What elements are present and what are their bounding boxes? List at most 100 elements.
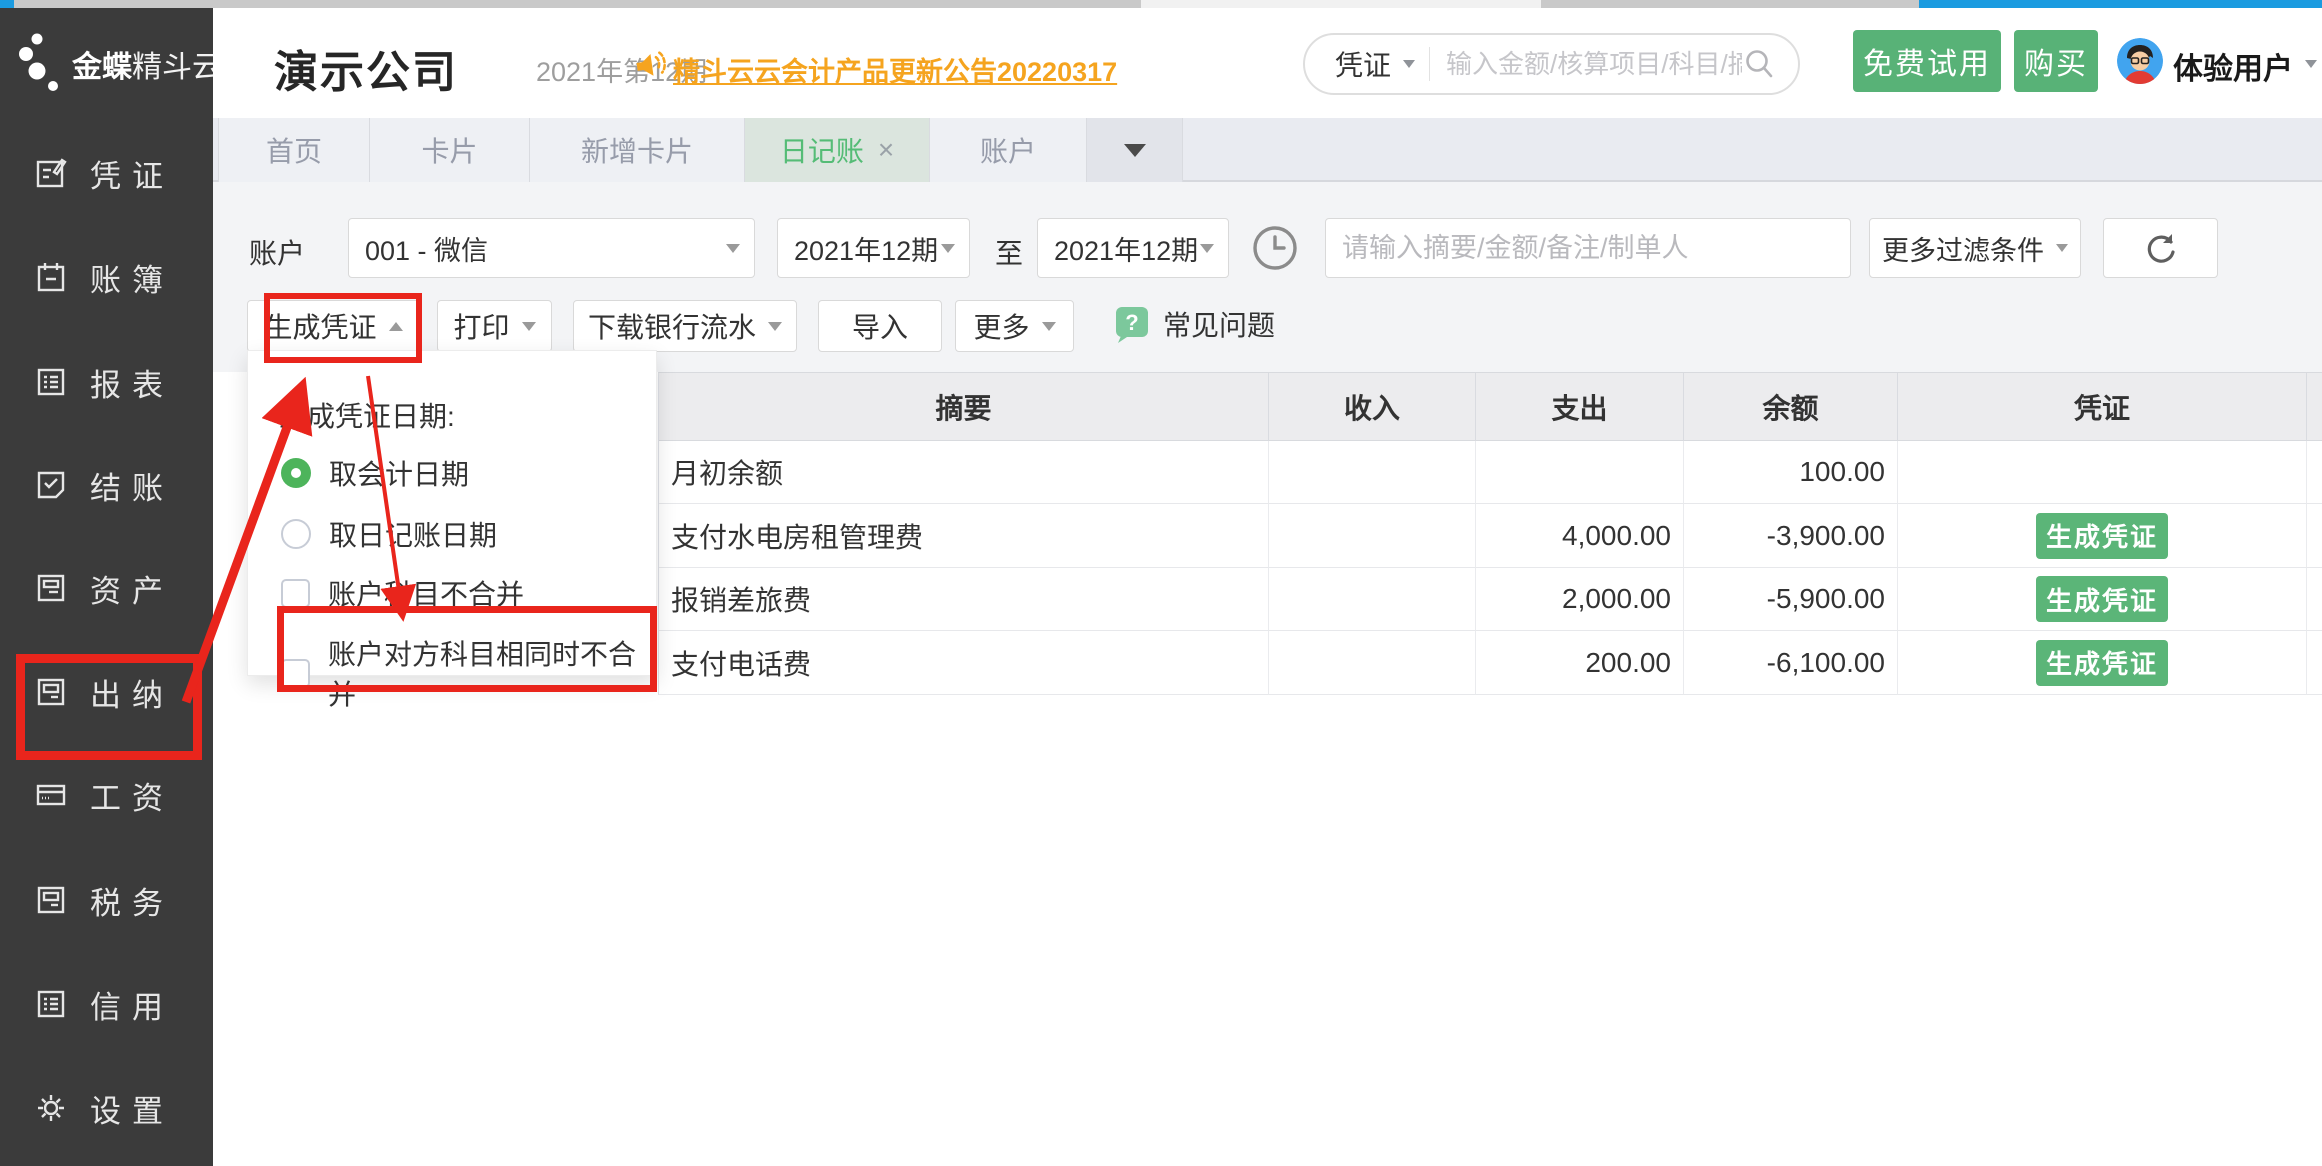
search-category[interactable]: 凭证	[1335, 44, 1391, 84]
global-search-input[interactable]	[1446, 49, 1742, 80]
user-name[interactable]: 体验用户	[2173, 44, 2293, 88]
chevron-down-icon	[768, 322, 782, 331]
buy-button[interactable]: 购买	[2014, 30, 2098, 92]
option-label: 取会计日期	[329, 453, 469, 493]
import-label: 导入	[852, 306, 908, 346]
tab-journal-active[interactable]: 日记账 ×	[745, 118, 930, 182]
journal-table: 摘要 收入 支出 余额 凭证 月初余额 100.00 支付水电房租管理费 4,0…	[658, 372, 2322, 695]
question-bubble-icon: ?	[1113, 304, 1151, 344]
sidebar-item-tax[interactable]: 税务	[34, 877, 174, 923]
sidebar-item-label: 结账	[90, 463, 174, 508]
tab-home[interactable]: 首页	[218, 118, 370, 182]
announcement-link[interactable]: 精斗云云会计产品更新公告20220317	[673, 50, 1117, 89]
sidebar-item-settings[interactable]: 设置	[34, 1085, 174, 1131]
sidebar-item-closing[interactable]: 结账	[34, 462, 174, 508]
generate-voucher-button[interactable]: 生成凭证	[247, 300, 420, 352]
sidebar-item-label: 设置	[90, 1086, 174, 1131]
sidebar-item-report[interactable]: 报表	[34, 359, 174, 405]
sidebar-item-credit[interactable]: 信用	[34, 981, 174, 1027]
radio-unchecked-icon[interactable]	[281, 519, 311, 549]
ledger-icon	[34, 260, 68, 294]
refresh-button[interactable]	[2103, 218, 2218, 278]
account-select-value: 001 - 微信	[349, 229, 726, 268]
generate-voucher-row-button[interactable]: 生成凭证	[2036, 640, 2168, 686]
voucher-icon	[34, 156, 68, 190]
more-filters-button[interactable]: 更多过滤条件	[1869, 218, 2081, 278]
filter-area: 账户 001 - 微信 2021年12期 至 2021年12期 更多过滤条件	[213, 182, 2322, 372]
download-bank-statement-button[interactable]: 下载银行流水	[573, 300, 797, 352]
tab-list-dropdown[interactable]	[1087, 118, 1183, 182]
search-divider	[1429, 47, 1430, 81]
cell-spacer	[2307, 568, 2322, 631]
cell-summary: 支付电话费	[659, 631, 1269, 695]
cell-voucher: 生成凭证	[1898, 631, 2307, 695]
chevron-up-icon	[389, 322, 403, 331]
column-header-summary[interactable]: 摘要	[659, 373, 1269, 441]
option-accounting-date[interactable]: 取会计日期	[281, 453, 469, 493]
user-menu-caret-icon[interactable]	[2305, 60, 2317, 68]
generate-voucher-row-button[interactable]: 生成凭证	[2036, 576, 2168, 622]
tab-close-icon[interactable]: ×	[878, 136, 894, 164]
logo-text: 金蝶精斗云	[72, 42, 222, 86]
search-category-caret-icon[interactable]	[1403, 60, 1415, 68]
cell-voucher: 生成凭证	[1898, 504, 2307, 568]
cashier-icon	[34, 675, 68, 709]
sidebar-item-salary[interactable]: 工资	[34, 772, 174, 818]
account-filter-label: 账户	[249, 232, 305, 272]
cell-summary: 月初余额	[659, 441, 1269, 504]
faq-label: 常见问题	[1163, 304, 1275, 344]
tab-account[interactable]: 账户	[930, 118, 1087, 182]
more-actions-button[interactable]: 更多	[955, 300, 1074, 352]
avatar[interactable]	[2117, 38, 2163, 84]
sidebar-item-asset[interactable]: 资产	[34, 565, 174, 611]
column-header-voucher[interactable]: 凭证	[1898, 373, 2307, 441]
sidebar-item-ledger[interactable]: 账簿	[34, 254, 174, 300]
radio-checked-icon[interactable]	[281, 458, 311, 488]
cell-expense	[1476, 441, 1684, 504]
period-to-select[interactable]: 2021年12期	[1037, 218, 1229, 278]
chevron-down-icon	[522, 322, 536, 331]
tab-new-card[interactable]: 新增卡片	[530, 118, 745, 182]
download-label: 下载银行流水	[588, 306, 756, 346]
period-to-value: 2021年12期	[1038, 229, 1200, 268]
import-button[interactable]: 导入	[818, 300, 942, 352]
journal-search-input[interactable]	[1325, 218, 1851, 278]
chevron-down-icon	[726, 244, 740, 253]
faq-link[interactable]: ? 常见问题	[1113, 304, 1275, 344]
free-trial-button[interactable]: 免费试用	[1853, 30, 2001, 92]
generate-voucher-row-button[interactable]: 生成凭证	[2036, 513, 2168, 559]
checkbox-unchecked-icon[interactable]	[281, 659, 310, 688]
report-icon	[34, 365, 68, 399]
global-search[interactable]: 凭证	[1303, 33, 1800, 95]
option-label: 账户科目不合并	[328, 573, 524, 613]
cell-summary: 支付水电房租管理费	[659, 504, 1269, 568]
browser-strip	[0, 0, 2322, 8]
chevron-down-icon	[2056, 244, 2068, 252]
tab-card[interactable]: 卡片	[370, 118, 530, 182]
column-header-expense[interactable]: 支出	[1476, 373, 1684, 441]
browser-strip-chip	[0, 0, 14, 8]
settings-gear-icon	[34, 1091, 68, 1125]
magnifier-icon[interactable]	[1742, 47, 1776, 81]
column-header-income[interactable]: 收入	[1269, 373, 1476, 441]
option-no-merge-counterpart[interactable]: 账户对方科目相同时不合并	[281, 633, 656, 713]
logo-bold: 金蝶	[72, 51, 132, 84]
option-journal-date[interactable]: 取日记账日期	[281, 514, 497, 554]
cell-income	[1269, 568, 1476, 631]
account-select[interactable]: 001 - 微信	[348, 218, 755, 278]
print-button[interactable]: 打印	[437, 300, 552, 352]
cell-voucher	[1898, 441, 2307, 504]
checkbox-unchecked-icon[interactable]	[281, 579, 310, 608]
cell-expense: 200.00	[1476, 631, 1684, 695]
sidebar-item-cashier[interactable]: 出纳	[34, 669, 174, 715]
clock-icon[interactable]	[1251, 224, 1299, 272]
sidebar-item-voucher[interactable]: 凭证	[34, 150, 174, 196]
kingdee-dots-logo	[16, 26, 66, 102]
cell-expense: 4,000.00	[1476, 504, 1684, 568]
tab-label: 新增卡片	[581, 130, 693, 170]
sidebar-item-label: 账簿	[90, 255, 174, 300]
option-no-merge-subject[interactable]: 账户科目不合并	[281, 573, 524, 613]
sidebar-item-label: 税务	[90, 878, 174, 923]
period-from-select[interactable]: 2021年12期	[777, 218, 970, 278]
column-header-balance[interactable]: 余额	[1684, 373, 1898, 441]
